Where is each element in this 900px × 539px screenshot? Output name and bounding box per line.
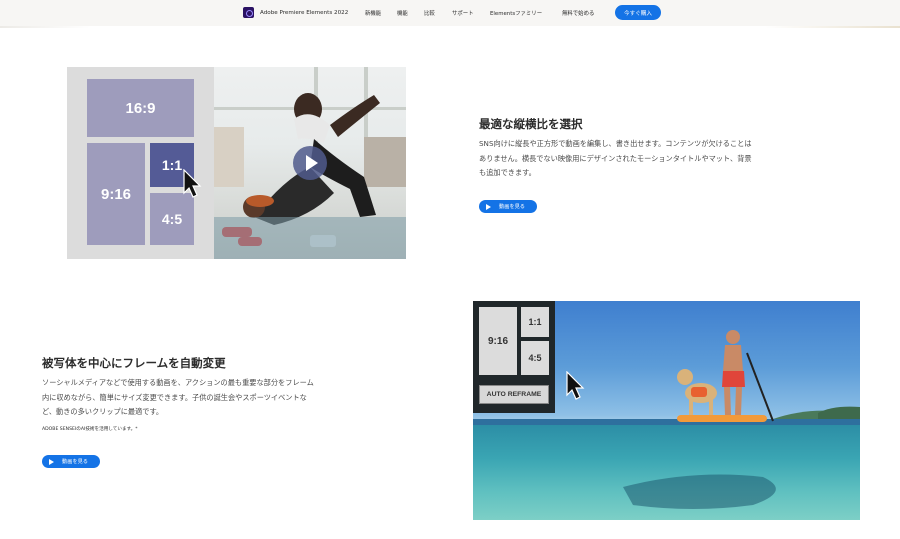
top-navigation: Adobe Premiere Elements 2022 新機能 機能 比較 サ…: [0, 0, 900, 26]
nav-item-features[interactable]: 機能: [397, 9, 408, 17]
section1-description: SNS向けに縦長や正方形で動画を編集し、書き出せます。コンテンツが欠けることは …: [479, 137, 819, 181]
cursor-icon: [566, 371, 585, 400]
section1-title: 最適な縦横比を選択: [479, 117, 583, 131]
section1-line: も追加できます。: [479, 168, 536, 177]
nav-item-support[interactable]: サポート: [452, 9, 474, 17]
ratio-tile-16-9: 16:9: [87, 79, 194, 137]
play-icon[interactable]: [293, 146, 327, 180]
ratio-tile-4-5: 4:5: [150, 193, 194, 245]
premiere-elements-logo-icon: [243, 7, 254, 18]
auto-reframe-button[interactable]: AUTO REFRAME: [479, 385, 549, 404]
reframe-tile-4-5: 4:5: [521, 341, 549, 375]
reframe-tile-1-1: 1:1: [521, 307, 549, 337]
nav-item-elements-family[interactable]: Elementsファミリー: [490, 9, 542, 17]
section2-line: ど、動きの多いクリップに最適です。: [42, 407, 164, 416]
section1-line: ありません。横長でない映像用にデザインされたモーションタイトルやマット、背景: [479, 153, 752, 163]
reframe-tile-9-16: 9:16: [479, 307, 517, 375]
section2-line: 内に収めながら、簡単にサイズ変更できます。子供の誕生会やスポーツイベントな: [42, 392, 307, 402]
nav-divider: [0, 26, 900, 28]
section2-title: 被写体を中心にフレームを自動変更: [42, 356, 226, 370]
play-icon: [486, 203, 491, 210]
brand[interactable]: Adobe Premiere Elements 2022: [243, 7, 348, 18]
reframe-panel: 9:16 1:1 4:5 AUTO REFRAME: [473, 301, 555, 413]
auto-reframe-illustration: 9:16 1:1 4:5 AUTO REFRAME: [473, 301, 860, 520]
cursor-icon: [183, 169, 202, 198]
adobe-sensei-note: ADOBE SENSEIのAI技術を活用しています。*: [42, 427, 138, 432]
brand-name: Adobe Premiere Elements 2022: [260, 9, 349, 16]
section1-line: SNS向けに縦長や正方形で動画を編集し、書き出せます。コンテンツが欠けることは: [479, 139, 752, 148]
watch-video-label: 動画を見る: [499, 204, 525, 210]
yoga-mat: [214, 217, 406, 259]
nav-item-compare[interactable]: 比較: [424, 9, 435, 17]
section2-description: ソーシャルメディアなどで使用する動画を、アクションの最も重要な部分をフレーム 内…: [42, 376, 382, 420]
nav-item-free-trial[interactable]: 無料で始める: [562, 9, 594, 17]
buy-now-button[interactable]: 今すぐ購入: [615, 5, 661, 20]
section2-line: ソーシャルメディアなどで使用する動画を、アクションの最も重要な部分をフレーム: [42, 378, 314, 387]
watch-video-button-1[interactable]: 動画を見る: [479, 200, 537, 213]
play-icon: [49, 458, 54, 465]
family-yoga-photo: [214, 67, 406, 259]
nav-item-whats-new[interactable]: 新機能: [365, 9, 381, 17]
watch-video-label: 動画を見る: [62, 459, 88, 465]
aspect-ratio-illustration: 16:9 9:16 1:1 4:5: [67, 67, 406, 259]
watch-video-button-2[interactable]: 動画を見る: [42, 455, 100, 468]
ratio-tile-9-16: 9:16: [87, 143, 145, 245]
